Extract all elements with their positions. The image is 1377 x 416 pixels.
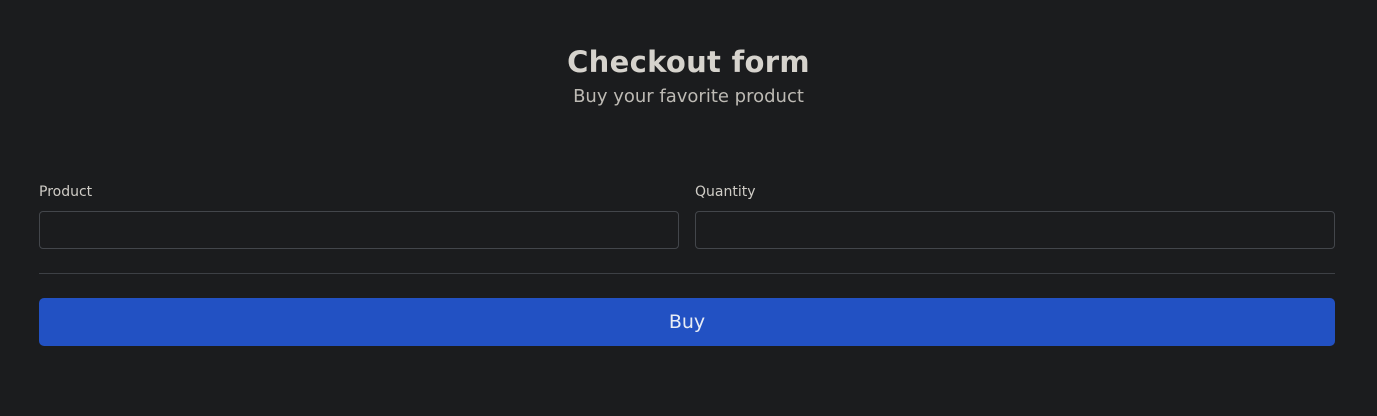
product-field-group: Product [39,182,679,249]
form-divider [39,273,1335,274]
page-header: Checkout form Buy your favorite product [0,0,1377,110]
quantity-field-group: Quantity [695,182,1335,249]
form-row: Product Quantity [39,182,1335,249]
page-title: Checkout form [567,45,810,79]
product-input[interactable] [39,211,679,249]
product-label: Product [39,184,93,200]
quantity-label: Quantity [695,184,756,200]
checkout-form: Product Quantity Buy [39,182,1335,346]
page-subtitle: Buy your favorite product [573,86,804,107]
buy-button[interactable]: Buy [39,298,1335,346]
quantity-input[interactable] [695,211,1335,249]
